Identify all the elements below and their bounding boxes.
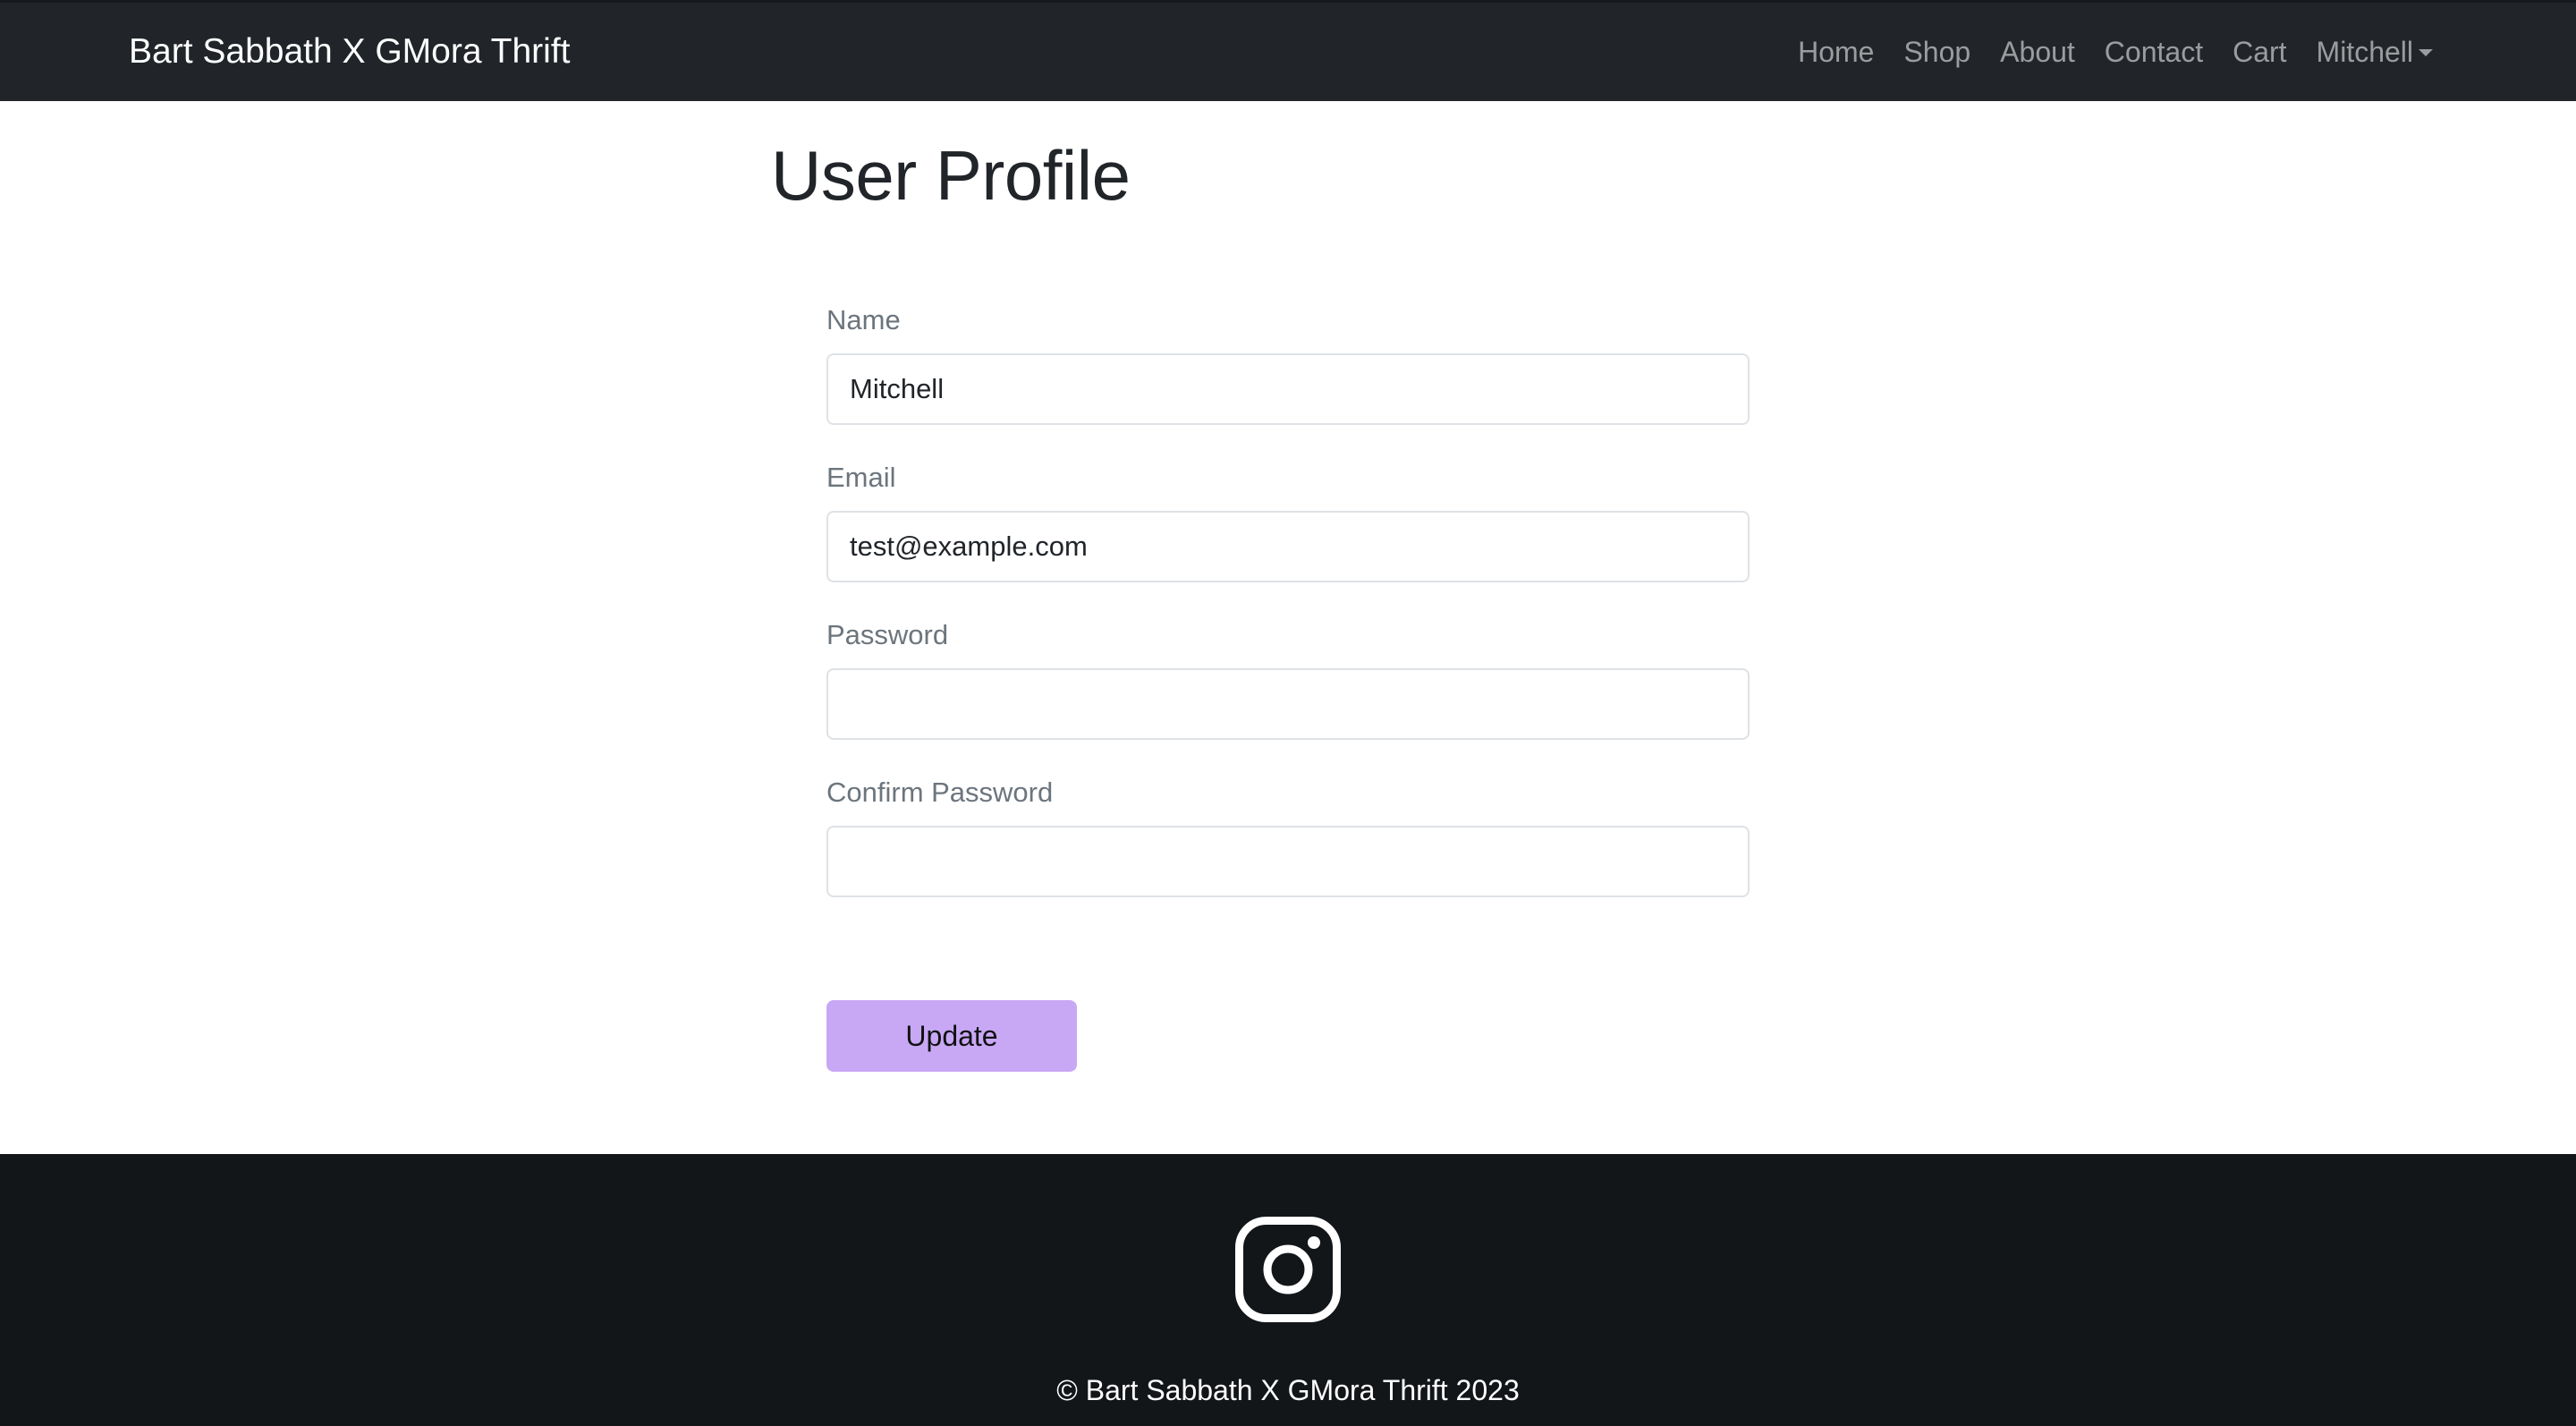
nav-cart-link[interactable]: Cart bbox=[2233, 30, 2286, 74]
nav-links: Home Shop About Contact Cart Mitchell bbox=[1798, 30, 2433, 74]
confirm-password-label: Confirm Password bbox=[826, 777, 1054, 808]
update-button[interactable]: Update bbox=[826, 1000, 1077, 1072]
name-input[interactable] bbox=[826, 353, 1750, 425]
user-menu-label: Mitchell bbox=[2316, 36, 2413, 68]
instagram-icon[interactable] bbox=[1235, 1217, 1341, 1322]
page-title: User Profile bbox=[771, 136, 1131, 215]
name-label: Name bbox=[826, 304, 901, 335]
nav-contact-link[interactable]: Contact bbox=[2105, 30, 2203, 74]
brand-link[interactable]: Bart Sabbath X GMora Thrift bbox=[129, 30, 571, 74]
nav-about-link[interactable]: About bbox=[2000, 30, 2075, 74]
email-label: Email bbox=[826, 462, 896, 493]
password-label: Password bbox=[826, 619, 949, 650]
email-input[interactable] bbox=[826, 511, 1750, 582]
footer: © Bart Sabbath X GMora Thrift 2023 bbox=[0, 1154, 2576, 1426]
copyright-text: © Bart Sabbath X GMora Thrift 2023 bbox=[1056, 1374, 1520, 1406]
confirm-password-input[interactable] bbox=[826, 826, 1750, 897]
nav-shop-link[interactable]: Shop bbox=[1903, 30, 1970, 74]
user-menu-dropdown[interactable]: Mitchell bbox=[2317, 30, 2433, 74]
top-navbar: Bart Sabbath X GMora Thrift Home Shop Ab… bbox=[0, 0, 2576, 101]
caret-down-icon bbox=[2419, 49, 2433, 56]
nav-home-link[interactable]: Home bbox=[1798, 30, 1874, 74]
profile-form: Name Email Password Confirm Password bbox=[826, 300, 1750, 929]
password-input[interactable] bbox=[826, 668, 1750, 740]
